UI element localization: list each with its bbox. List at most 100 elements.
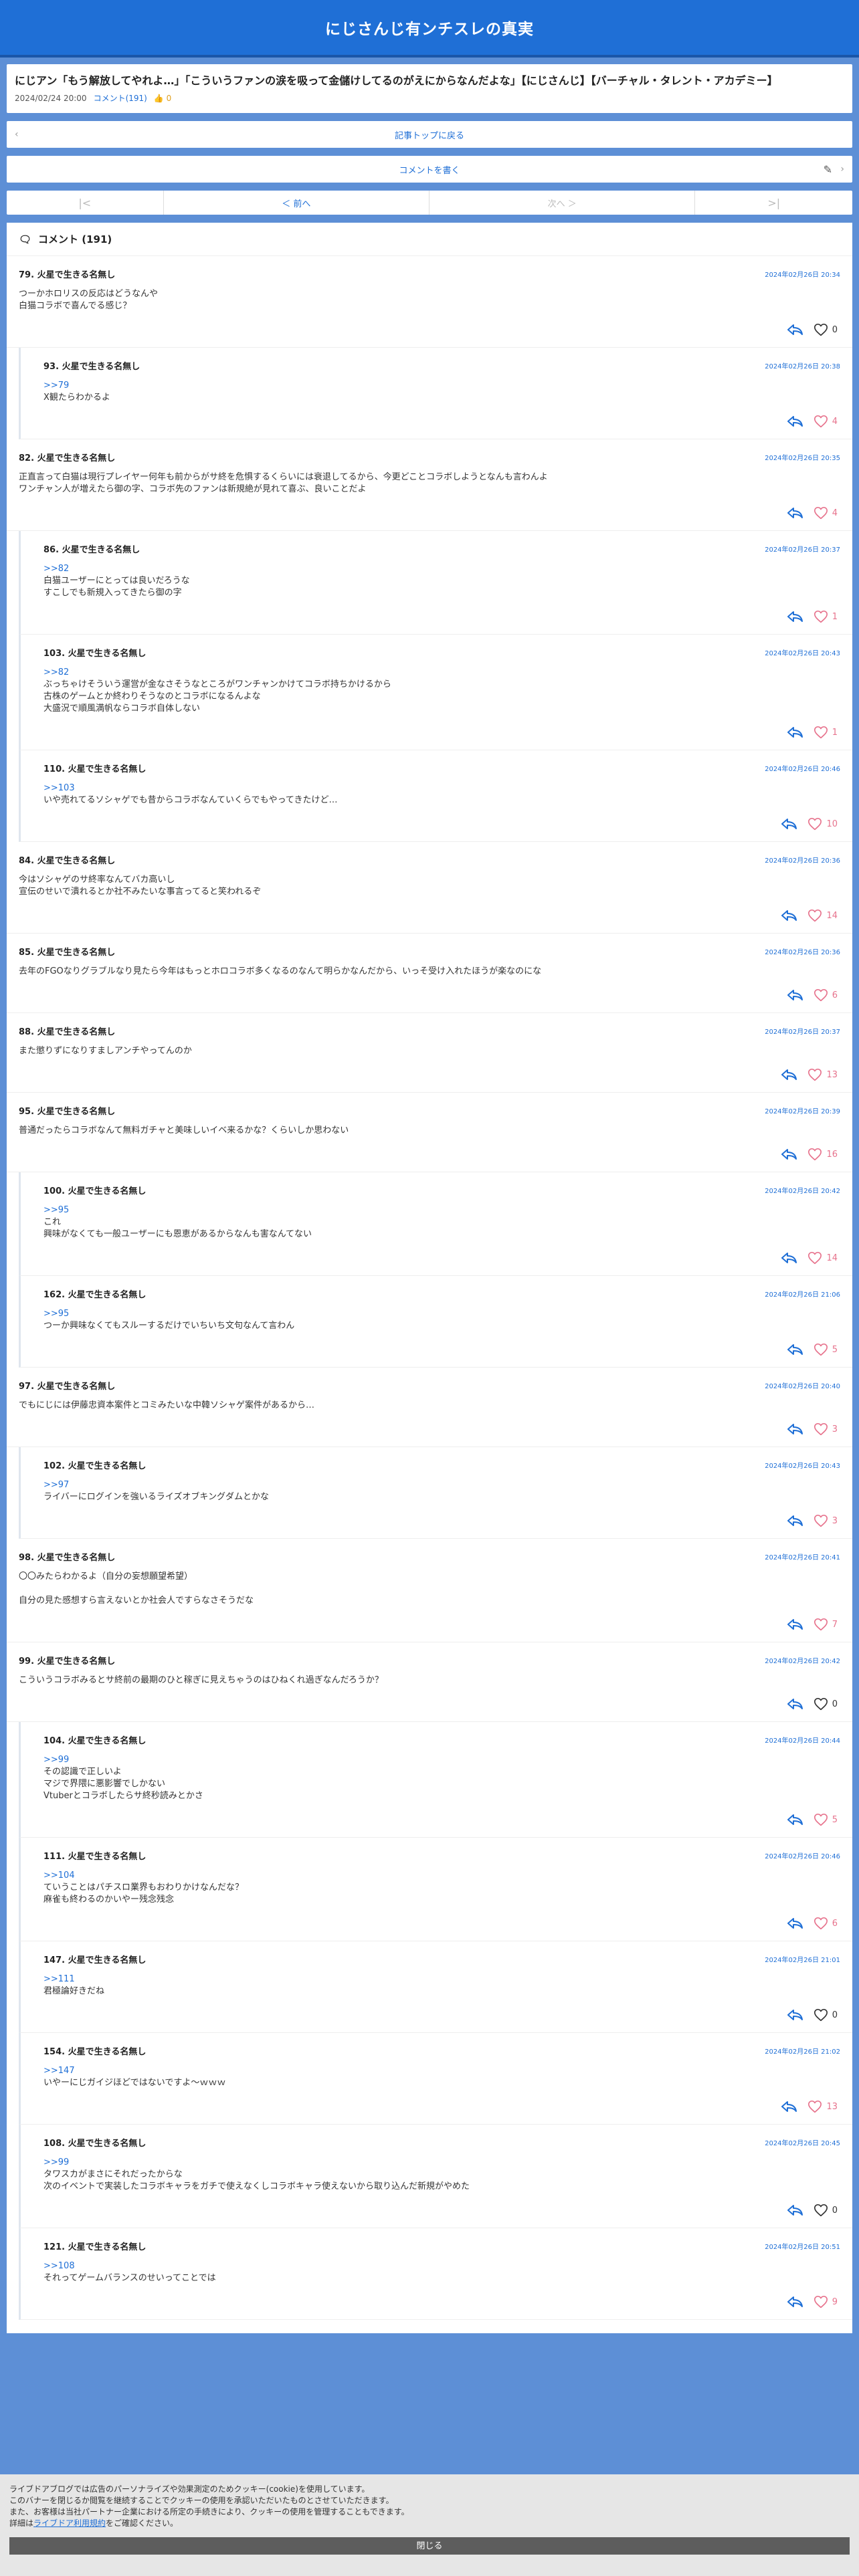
comment-date: 2024年02月26日 20:40 (765, 1382, 840, 1390)
pager-first[interactable]: |< (7, 191, 164, 215)
like-button[interactable]: 0 (814, 2008, 838, 2022)
comment-date: 2024年02月26日 20:39 (765, 1107, 840, 1115)
reply-icon[interactable] (787, 415, 803, 427)
comment-author-name: 火星で生きる名無し (37, 855, 116, 866)
comment-body: 去年のFGOなりグラブルなり見たら今年はもっとホロコラボ多くなるのなんて明らかな… (19, 966, 840, 978)
comment-actions: 0 (43, 2193, 840, 2228)
comment-anchor-link[interactable]: >>95 (43, 1204, 840, 1216)
heart-icon (814, 415, 828, 428)
reply-icon[interactable] (787, 2009, 803, 2021)
reply-icon[interactable] (787, 1917, 803, 1929)
comment-author-name: 火星で生きる名無し (37, 1552, 116, 1563)
comment-anchor-link[interactable]: >>79 (43, 380, 840, 392)
like-button[interactable]: 9 (814, 2295, 838, 2309)
comment-header: 85. 火星で生きる名無し 2024年02月26日 20:36 (19, 944, 840, 958)
like-button[interactable]: 1 (814, 726, 838, 739)
comment-anchor-link[interactable]: >>108 (43, 2260, 840, 2272)
like-button[interactable]: 13 (807, 2100, 838, 2113)
like-button[interactable]: 16 (807, 1148, 838, 1161)
comment-anchor-link[interactable]: >>99 (43, 2157, 840, 2169)
like-button[interactable]: 6 (814, 988, 838, 1002)
like-button[interactable]: 14 (807, 1251, 838, 1265)
comment-actions: 1 (43, 599, 840, 634)
comment-body: >>111 君極論好きだね (43, 1973, 840, 1998)
like-button[interactable]: 10 (807, 817, 838, 831)
comment-author: 99. 火星で生きる名無し (19, 1654, 115, 1667)
comment-header: 88. 火星で生きる名無し 2024年02月26日 20:37 (19, 1024, 840, 1037)
reply-icon[interactable] (787, 1344, 803, 1356)
reply-icon[interactable] (787, 2296, 803, 2308)
like-count: 5 (832, 1814, 838, 1825)
heart-icon (814, 726, 828, 739)
like-button[interactable]: 3 (814, 1422, 838, 1436)
comment-actions: 4 (19, 496, 840, 530)
terms-link[interactable]: ライブドア利用規約 (33, 2518, 106, 2528)
like-button[interactable]: 6 (814, 1917, 838, 1930)
cookie-close-button[interactable]: 閉じる (9, 2537, 850, 2555)
reply-icon[interactable] (781, 1148, 797, 1160)
comment-item: 98. 火星で生きる名無し 2024年02月26日 20:41 〇〇みたらわかるよ（… (7, 1539, 852, 1642)
heart-icon (807, 1251, 822, 1265)
comment-date: 2024年02月26日 20:35 (765, 454, 840, 462)
comment-item: 88. 火星で生きる名無し 2024年02月26日 20:37 また懲りずになりすま… (7, 1013, 852, 1093)
reply-icon[interactable] (781, 909, 797, 922)
reply-icon[interactable] (781, 818, 797, 830)
back-to-article-button[interactable]: ‹ 記事トップに戻る (7, 121, 852, 148)
comment-author-name: 火星で生きる名無し (68, 1289, 147, 1300)
comment-anchor-link[interactable]: >>104 (43, 1870, 840, 1882)
comments-title: コメント (191) (38, 233, 112, 245)
reply-icon[interactable] (787, 1423, 803, 1435)
comment-anchor-link[interactable]: >>97 (43, 1479, 840, 1491)
comment-number: 84. (19, 855, 35, 866)
pager-next[interactable]: 次へ ＞ (430, 191, 696, 215)
like-button[interactable]: 1 (814, 610, 838, 623)
comment-number: 99. (19, 1656, 35, 1667)
like-button[interactable]: 5 (814, 1343, 838, 1356)
comment-anchor-link[interactable]: >>82 (43, 667, 840, 679)
like-button[interactable]: 7 (814, 1618, 838, 1631)
comment-anchor-link[interactable]: >>111 (43, 1973, 840, 1985)
comment-text: また懲りずになりすましアンチやってんのか (19, 1046, 192, 1056)
comment-count-link[interactable]: コメント(191) (94, 92, 147, 104)
reply-icon[interactable] (787, 1515, 803, 1527)
reply-icon[interactable] (787, 1698, 803, 1710)
comment-author: 97. 火星で生きる名無し (19, 1379, 115, 1392)
reply-icon[interactable] (787, 324, 803, 336)
comment-anchor-link[interactable]: >>82 (43, 563, 840, 575)
like-button[interactable]: 5 (814, 1813, 838, 1826)
reply-icon[interactable] (787, 2204, 803, 2216)
comment-author-name: 火星で生きる名無し (37, 1106, 116, 1117)
reply-icon[interactable] (787, 507, 803, 519)
like-button[interactable]: 4 (814, 506, 838, 520)
reply-icon[interactable] (781, 1069, 797, 1081)
like-button[interactable]: 3 (814, 1514, 838, 1527)
pager-last[interactable]: >| (695, 191, 852, 215)
like-button[interactable]: 13 (807, 1068, 838, 1081)
reply-icon[interactable] (781, 1252, 797, 1264)
comment-date: 2024年02月26日 21:01 (765, 1956, 840, 1964)
reply-icon[interactable] (787, 726, 803, 738)
comment-anchor-link[interactable]: >>103 (43, 782, 840, 794)
comment-number: 154. (43, 2046, 66, 2057)
comment-anchor-link[interactable]: >>147 (43, 2065, 840, 2077)
like-button[interactable]: 0 (814, 2204, 838, 2217)
article-like[interactable]: 👍 0 (154, 94, 171, 103)
comment-body: >>104 ていうことはパチスロ業界もおわりかけなんだな？ 麻雀も終わるのかいやー… (43, 1870, 840, 1906)
reply-icon[interactable] (787, 989, 803, 1001)
write-comment-button[interactable]: コメントを書く ✎ › (7, 156, 852, 183)
like-button[interactable]: 4 (814, 415, 838, 428)
site-title[interactable]: にじさんじ有ンチスレの真実 (325, 16, 534, 39)
comment-number: 108. (43, 2138, 66, 2149)
reply-icon[interactable] (787, 1814, 803, 1826)
comment-anchor-link[interactable]: >>95 (43, 1308, 840, 1320)
reply-icon[interactable] (787, 611, 803, 623)
comment-anchor-link[interactable]: >>99 (43, 1754, 840, 1766)
like-button[interactable]: 14 (807, 909, 838, 922)
pager-prev[interactable]: ＜ 前へ (164, 191, 430, 215)
reply-icon[interactable] (787, 1618, 803, 1630)
like-button[interactable]: 0 (814, 323, 838, 336)
comment-text: いやーにじガイジほどではないですよ〜ｗｗｗ (43, 2078, 226, 2088)
like-button[interactable]: 0 (814, 1697, 838, 1711)
comment-item: 93. 火星で生きる名無し 2024年02月26日 20:38 >>79 X観たらわか… (19, 348, 852, 439)
reply-icon[interactable] (781, 2101, 797, 2113)
